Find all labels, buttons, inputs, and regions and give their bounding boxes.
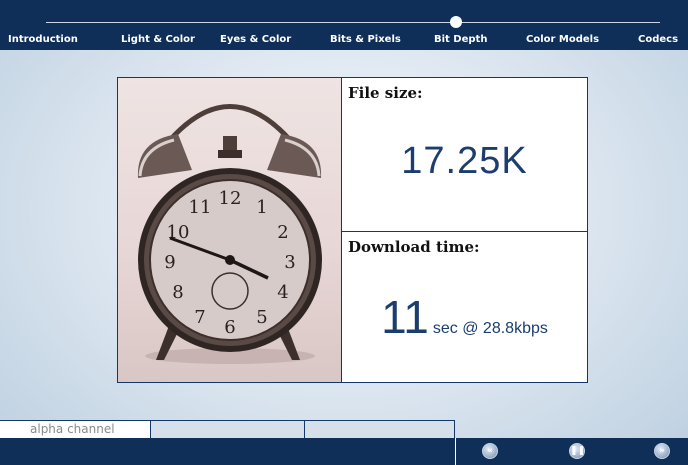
- file-size-box: File size: 17.25K: [342, 78, 587, 232]
- svg-text:1: 1: [256, 197, 267, 218]
- content-panel: 12 1 2 3 4 5 6 7 8 9 10 11 File size: 17…: [117, 77, 588, 383]
- svg-text:11: 11: [189, 197, 212, 218]
- nav-item-light-color[interactable]: Light & Color: [121, 34, 195, 45]
- info-column: File size: 17.25K Download time: 11 sec @…: [342, 78, 587, 382]
- bottom-control-bar: « ❚❚ »: [0, 438, 688, 465]
- back-button[interactable]: «: [482, 443, 498, 459]
- double-chevron-right-icon: »: [659, 446, 665, 456]
- nav-item-bits-pixels[interactable]: Bits & Pixels: [330, 34, 401, 45]
- pause-button[interactable]: ❚❚: [569, 443, 585, 459]
- tab-empty-3[interactable]: [304, 420, 455, 438]
- bottom-divider: [455, 438, 456, 465]
- double-chevron-left-icon: «: [487, 446, 493, 456]
- file-size-value: 17.25K: [401, 140, 528, 182]
- download-time-readout: 11 sec @ 28.8kbps: [342, 290, 587, 344]
- svg-text:4: 4: [277, 282, 288, 303]
- download-time-value: 11: [381, 291, 429, 343]
- svg-text:9: 9: [164, 252, 175, 273]
- progress-indicator-dot: [450, 16, 462, 28]
- svg-text:6: 6: [224, 317, 235, 338]
- tab-empty-2[interactable]: [150, 420, 304, 438]
- svg-text:12: 12: [219, 188, 242, 209]
- nav-item-eyes-color[interactable]: Eyes & Color: [220, 34, 291, 45]
- alarm-clock-image: 12 1 2 3 4 5 6 7 8 9 10 11: [118, 78, 342, 382]
- nav-item-introduction[interactable]: Introduction: [8, 34, 78, 45]
- download-time-unit: sec @ 28.8kbps: [432, 320, 548, 337]
- file-size-label: File size:: [348, 84, 423, 102]
- forward-button[interactable]: »: [654, 443, 670, 459]
- tab-alpha-channel[interactable]: alpha channel: [0, 420, 150, 438]
- progress-track: [46, 22, 660, 23]
- pause-icon: ❚❚: [570, 446, 586, 456]
- top-navigation-bar: Introduction Light & Color Eyes & Color …: [0, 0, 688, 50]
- nav-item-codecs[interactable]: Codecs: [638, 34, 678, 45]
- nav-item-bit-depth[interactable]: Bit Depth: [434, 34, 487, 45]
- svg-text:5: 5: [256, 307, 267, 328]
- download-time-box: Download time: 11 sec @ 28.8kbps: [342, 232, 587, 382]
- svg-text:3: 3: [284, 252, 295, 273]
- svg-text:2: 2: [277, 222, 288, 243]
- svg-text:7: 7: [194, 307, 205, 328]
- alarm-clock-illustration: 12 1 2 3 4 5 6 7 8 9 10 11: [137, 104, 322, 364]
- bottom-tab-strip: alpha channel: [0, 420, 460, 438]
- nav-item-color-models[interactable]: Color Models: [526, 34, 599, 45]
- svg-text:8: 8: [172, 282, 183, 303]
- download-time-label: Download time:: [348, 238, 480, 256]
